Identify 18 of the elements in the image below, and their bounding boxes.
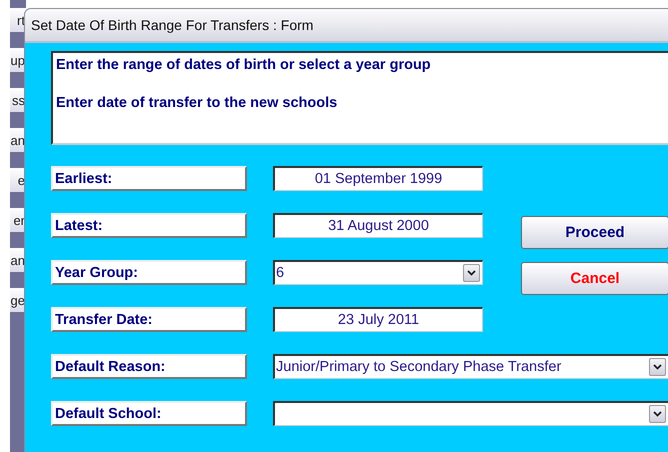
field-label: Default School:: [51, 401, 247, 426]
field-label: Earliest:: [51, 166, 247, 191]
date-field[interactable]: 23 July 2011: [273, 307, 483, 332]
field-label: Transfer Date:: [51, 307, 247, 332]
date-field[interactable]: 01 September 1999: [273, 166, 483, 191]
window-title: Set Date Of Birth Range For Transfers : Form: [31, 17, 314, 33]
date-field[interactable]: 31 August 2000: [273, 213, 483, 238]
proceed-button[interactable]: Proceed: [521, 216, 668, 249]
instruction-text: Enter date of transfer to the new schools: [56, 95, 338, 111]
field-label: Year Group:: [51, 260, 247, 285]
instruction-text: Enter the range of dates of birth or select a year group: [56, 57, 432, 73]
dropdown-value: 6: [276, 265, 284, 281]
dropdown-value: Junior/Primary to Secondary Phase Transfer: [276, 359, 562, 375]
dropdown-field[interactable]: 6: [273, 260, 483, 285]
dropdown-field[interactable]: [273, 401, 668, 426]
dropdown-field[interactable]: Junior/Primary to Secondary Phase Transfer: [273, 354, 668, 379]
field-label: Latest:: [51, 213, 247, 238]
field-label: Default Reason:: [51, 354, 247, 379]
